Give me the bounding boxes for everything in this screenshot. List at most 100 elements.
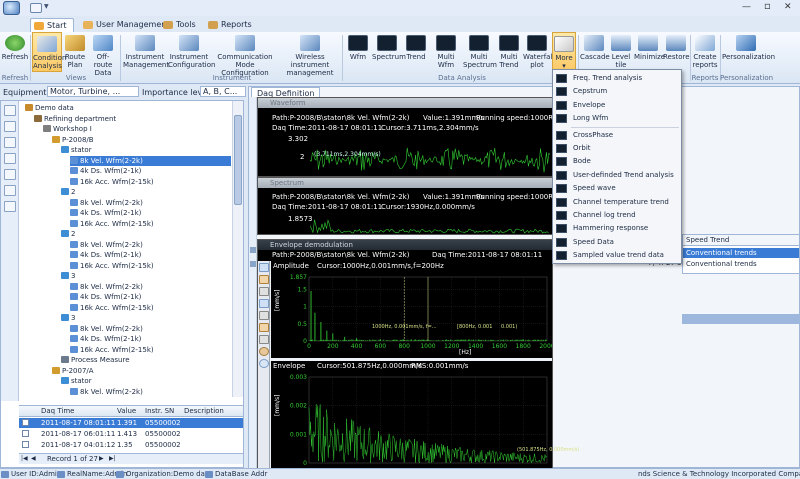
tree-scrollbar[interactable] (232, 101, 243, 397)
tree-node[interactable]: Workshop I (43, 124, 92, 134)
menu-item[interactable]: CrossPhase (553, 129, 681, 142)
menu-item[interactable]: Channel temperature trend (553, 196, 681, 209)
communication-mode-configuration-button[interactable]: Communication Mode Configuration (211, 32, 279, 77)
tool-pan-icon[interactable] (259, 299, 269, 308)
app-logo[interactable] (3, 1, 20, 15)
trend-button[interactable]: Trend (403, 32, 429, 72)
tree-node[interactable]: 4k Ds. Wfm(2-1k) (70, 250, 141, 260)
tree-node[interactable]: 2 (61, 187, 75, 197)
tree-node[interactable]: stator (61, 145, 92, 155)
table-row[interactable]: 2011-08-17 04:01:12 1.35 05500002 (19, 440, 243, 450)
restore-button[interactable]: ▫ (764, 1, 771, 12)
close-button[interactable]: ✕ (784, 2, 792, 12)
condition-analysis-button[interactable]: Condition Analysis (32, 32, 66, 72)
nav-arrow-2[interactable] (250, 261, 256, 267)
row-checkbox[interactable] (22, 430, 29, 437)
col-daq-time[interactable]: Daq Time (41, 406, 74, 416)
menu-item[interactable]: Freq. Trend analysis (553, 72, 681, 85)
trend-list-scrollbar[interactable] (682, 314, 800, 324)
prev-record-button[interactable]: ◀ (31, 454, 36, 464)
off-route-data-button[interactable]: Off-route Data (88, 32, 118, 77)
tree-node[interactable]: Process Measure (61, 355, 130, 365)
tab-reports[interactable]: Reports (205, 18, 258, 32)
move-down-button[interactable] (4, 201, 16, 212)
tree-node[interactable]: 4k Ds. Wfm(2-1k) (70, 292, 141, 302)
tab-tools[interactable]: Tools (160, 18, 202, 32)
col-value[interactable]: Value (117, 406, 136, 416)
row-checkbox[interactable] (22, 419, 29, 426)
tree-node[interactable]: 8k Vel. Wfm(2-2k) (70, 324, 143, 334)
multi-trend-button[interactable]: Multi Trend (496, 32, 522, 72)
spectrum-window[interactable]: Spectrum Path:P-2008/B\stator\8k Vel. Wf… (257, 177, 563, 235)
last-record-button[interactable]: ▶| (109, 454, 116, 464)
menu-item[interactable]: Sampled value trend data (553, 249, 681, 262)
instrument-management-button[interactable]: Instrument Management (123, 32, 169, 72)
tree-node[interactable]: Refining department (34, 114, 116, 124)
minimize-all-button[interactable]: Minimize (634, 32, 665, 72)
minimize-button[interactable]: — (742, 2, 751, 12)
menu-item[interactable]: Speed wave (553, 182, 681, 195)
trend-row-2[interactable]: Conventional trends (683, 259, 799, 269)
envelope-title-bar[interactable]: Envelope demodulation (258, 240, 552, 250)
tree-node[interactable]: 3 (61, 271, 75, 281)
create-reports-button[interactable]: Create reports (692, 32, 718, 72)
tool-hand-icon[interactable] (259, 347, 269, 356)
multi-wfm-button[interactable]: Multi Wfm (430, 32, 462, 72)
menu-item[interactable]: Cepstrum (553, 85, 681, 98)
tree-node[interactable]: 4k Ds. Wfm(2-1k) (70, 166, 141, 176)
tree-node[interactable]: 4k Ds. Wfm(2-1k) (70, 208, 141, 218)
toolbar-button-4[interactable] (4, 153, 16, 164)
wireless-instrument-management-button[interactable]: Wireless instrument management (280, 32, 340, 77)
tool-cursor-icon[interactable] (259, 287, 269, 296)
tree-node[interactable]: 2 (61, 229, 75, 239)
table-row[interactable]: 2011-08-17 08:01:11 1.391 05500002 (19, 418, 243, 428)
tool-bars-icon[interactable] (259, 275, 269, 284)
cascade-button[interactable]: Cascade (580, 32, 610, 72)
col-speed-trend[interactable]: Speed Trend (686, 235, 729, 245)
toolbar-button-2[interactable] (4, 121, 16, 132)
spectrum-plot[interactable] (310, 218, 550, 234)
tree-node[interactable]: 8k Vel. Wfm(2-2k) (70, 282, 143, 292)
tree-node[interactable]: 16k Acc. Wfm(2-15k) (70, 261, 154, 271)
waveform-title-bar[interactable]: Waveform (258, 98, 552, 108)
tree-node[interactable]: 16k Acc. Wfm(2-15k) (70, 177, 154, 187)
tree-node[interactable]: 8k Vel. Wfm(2-2k) (70, 240, 143, 250)
menu-item[interactable]: Orbit (553, 142, 681, 155)
wfm-button[interactable]: Wfm (345, 32, 371, 72)
importance-level-select[interactable]: A, B, C... (200, 86, 246, 97)
quick-access-caret[interactable]: ▼ (44, 3, 49, 10)
menu-item[interactable]: User-definded Trend analysis (553, 169, 681, 182)
level-tile-button[interactable]: Level tile (609, 32, 633, 72)
tree-node[interactable]: P-2007/A (52, 366, 94, 376)
envelope-chart[interactable]: 0 0.001 0.002 0.003 (271, 371, 552, 468)
col-description[interactable]: Description (184, 406, 224, 416)
tab-start[interactable]: Start (30, 18, 74, 32)
restore-all-button[interactable]: Restore (663, 32, 690, 72)
toolbar-button-3[interactable] (4, 137, 16, 148)
tool-harmonic-icon[interactable] (259, 323, 269, 332)
nav-arrow-1[interactable] (250, 247, 256, 253)
tree-node[interactable]: 3 (61, 313, 75, 323)
envelope-demodulation-window[interactable]: Envelope demodulation Path:P-2008/B\stat… (257, 239, 580, 469)
tree-node[interactable]: 16k Acc. Wfm(2-15k) (70, 219, 154, 229)
menu-item[interactable]: Hammering response (553, 222, 681, 235)
amplitude-chart[interactable]: 0 200 400 600 800 1000 1200 1400 1600 1800 2000 0 0.… (271, 271, 552, 349)
tool-marker-icon[interactable] (259, 311, 269, 320)
tree-node[interactable]: 8k Vel. Wfm(2-2k) (70, 387, 143, 397)
tree-node[interactable]: 8k Vel. Wfm(2-2k) (70, 198, 143, 208)
personalization-button[interactable]: Personalization (722, 32, 775, 72)
menu-item[interactable]: Long Wfm (553, 112, 681, 125)
multi-spectrum-button[interactable]: Multi Spectrum (463, 32, 497, 72)
tree-node[interactable]: stator (61, 376, 92, 386)
menu-item[interactable]: Bode (553, 155, 681, 168)
tool-sideband-icon[interactable] (259, 335, 269, 344)
more-button[interactable]: More ▾ (552, 32, 576, 72)
instrument-configuration-button[interactable]: Instrument Configuration (168, 32, 215, 72)
table-row[interactable]: 2011-08-17 06:01:11 1.413 05500002 (19, 429, 243, 439)
tree-node[interactable]: 16k Acc. Wfm(2-15k) (70, 345, 154, 355)
spectrum-title-bar[interactable]: Spectrum (258, 178, 552, 188)
menu-item[interactable]: Speed Data (553, 236, 681, 249)
trend-row-1[interactable]: Conventional trends (683, 248, 799, 258)
tool-zoom-icon[interactable] (259, 263, 269, 272)
toolbar-button-1[interactable] (4, 105, 16, 116)
